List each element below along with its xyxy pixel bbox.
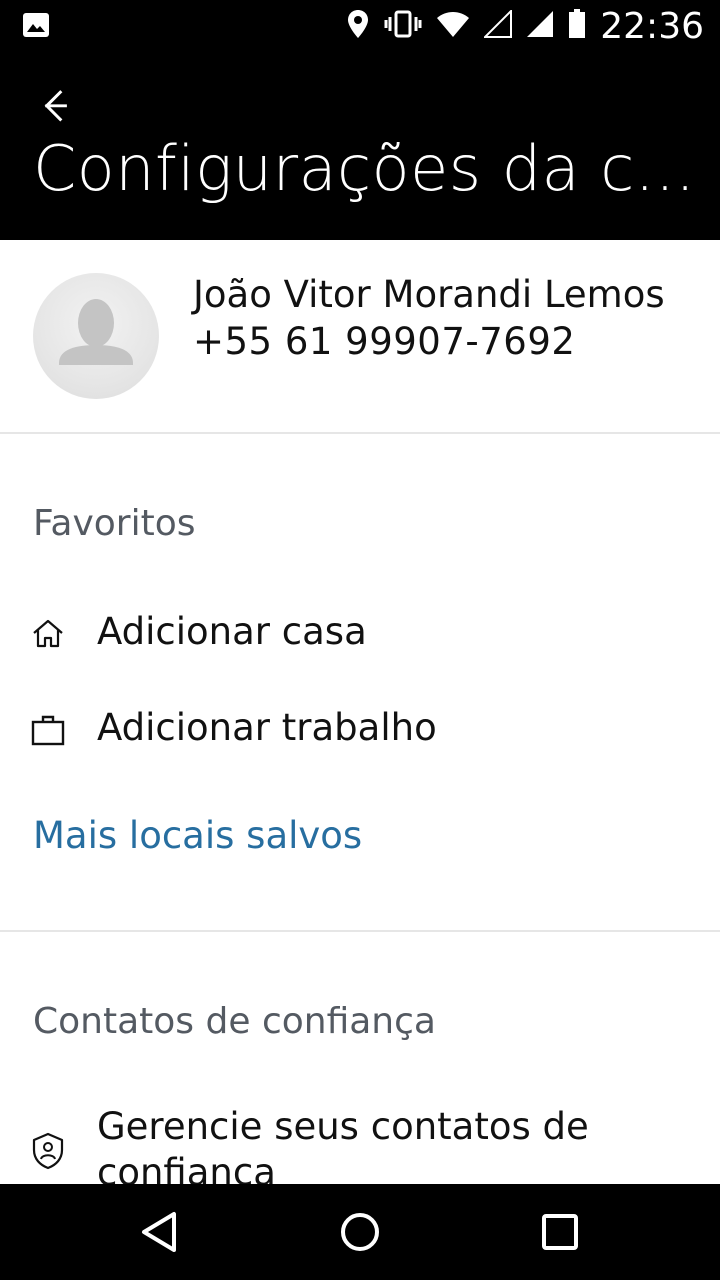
add-work-label: Adicionar trabalho [97,706,437,749]
signal-full-icon [526,10,554,42]
more-saved-places-link[interactable]: Mais locais salvos [33,814,362,857]
briefcase-icon [30,712,66,748]
vibrate-icon [384,10,422,42]
clock: 22:36 [600,5,704,47]
avatar[interactable] [33,273,159,399]
profile-name: João Vitor Morandi Lemos [193,273,665,316]
divider [0,930,720,932]
home-circle-icon[interactable] [336,1208,384,1256]
page-title: Configurações da c... [33,132,693,205]
manage-trusted-contacts-label: Gerencie seus contatos de confiança [97,1105,589,1184]
add-home-label: Adicionar casa [97,610,367,653]
status-bar: 22:36 [0,0,720,52]
battery-icon [568,9,586,43]
back-triangle-icon[interactable] [136,1208,184,1256]
image-notification-icon [22,12,50,42]
shield-person-icon [30,1132,66,1170]
add-work-row[interactable]: Adicionar trabalho [0,686,720,776]
divider [0,432,720,434]
section-title-trusted-contacts: Contatos de confiança [33,1001,436,1042]
add-home-row[interactable]: Adicionar casa [0,590,720,680]
profile-phone: +55 61 99907-7692 [193,320,576,363]
home-icon [30,616,66,652]
person-placeholder-icon [59,299,133,365]
recents-square-icon[interactable] [536,1208,584,1256]
profile-header[interactable]: João Vitor Morandi Lemos +55 61 99907-76… [0,240,720,433]
location-icon [346,9,370,43]
manage-trusted-contacts-row[interactable]: Gerencie seus contatos de confiança [0,1100,720,1184]
arrow-back-icon[interactable] [34,82,82,130]
section-title-favorites: Favoritos [33,503,196,544]
signal-empty-icon [482,8,513,42]
wifi-icon [436,10,470,42]
navigation-bar [0,1184,720,1280]
app-bar: Configurações da c... [0,52,720,240]
